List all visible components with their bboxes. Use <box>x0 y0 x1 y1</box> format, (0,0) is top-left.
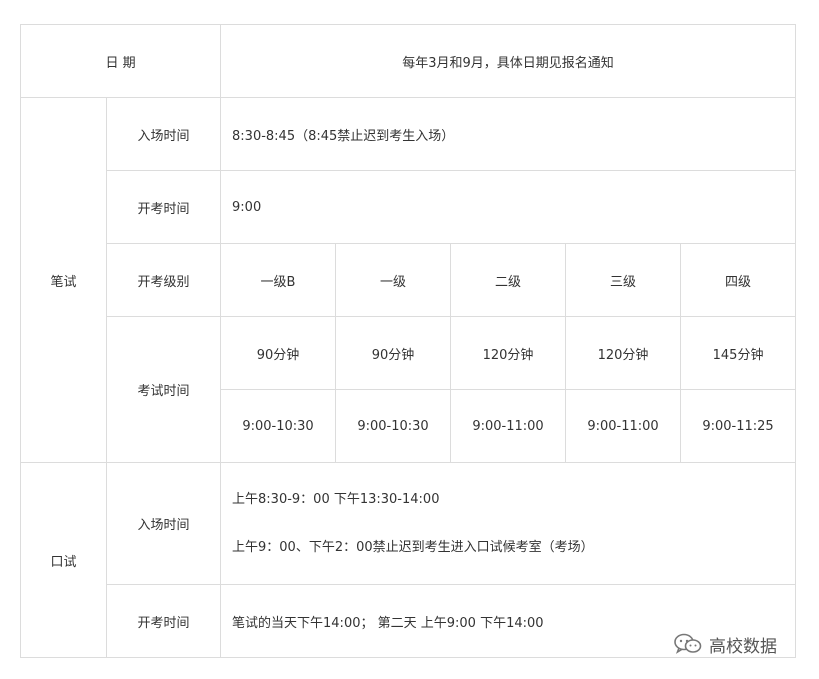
level-cell: 一级 <box>335 243 452 317</box>
written-start-row: 开考时间 9:00 <box>21 170 797 244</box>
date-value: 每年3月和9月，具体日期见报名通知 <box>220 24 797 98</box>
oral-start-label: 开考时间 <box>105 584 222 658</box>
oral-entry-value: 上午8:30-9：00 下午13:30-14:00 上午9：00、下午2：00禁… <box>220 462 797 585</box>
written-duration-label: 考试时间 <box>105 316 222 463</box>
watermark-text: 高校数据 <box>709 636 777 657</box>
written-entry-label: 入场时间 <box>105 97 222 171</box>
oral-section-label: 口试 <box>20 462 107 658</box>
written-level-row: 开考级别 一级B 一级 二级 三级 四级 <box>21 243 797 317</box>
watermark: 高校数据 <box>673 630 777 658</box>
level-cell: 一级B <box>220 243 337 317</box>
written-entry-value: 8:30-8:45（8:45禁止迟到考生入场） <box>220 97 797 171</box>
time-range-cell: 9:00-10:30 <box>335 389 452 463</box>
written-duration-row: 考试时间 90分钟 90分钟 120分钟 120分钟 145分钟 <box>21 316 797 463</box>
oral-entry-label: 入场时间 <box>105 462 222 585</box>
written-section-label: 笔试 <box>20 97 107 463</box>
time-range-cell: 9:00-11:00 <box>450 389 567 463</box>
written-start-value: 9:00 <box>220 170 797 244</box>
written-start-label: 开考时间 <box>105 170 222 244</box>
written-level-label: 开考级别 <box>105 243 222 317</box>
wechat-icon <box>673 632 703 656</box>
date-row: 日 期 每年3月和9月，具体日期见报名通知 <box>19 24 797 98</box>
oral-entry-row: 口试 入场时间 上午8:30-9：00 下午13:30-14:00 上午9：00… <box>20 462 797 658</box>
level-cell: 四级 <box>680 243 797 317</box>
level-cell: 二级 <box>450 243 567 317</box>
time-range-cell: 9:00-11:00 <box>565 389 682 463</box>
duration-cell: 145分钟 <box>680 316 797 390</box>
duration-cell: 120分钟 <box>565 316 682 390</box>
oral-entry-line-1: 上午8:30-9：00 下午13:30-14:00 <box>232 491 440 507</box>
oral-entry-line-2: 上午9：00、下午2：00禁止迟到考生进入口试候考室（考场） <box>232 539 594 555</box>
date-label: 日 期 <box>19 24 222 98</box>
time-range-cell: 9:00-11:25 <box>680 389 797 463</box>
level-cell: 三级 <box>565 243 682 317</box>
written-entry-row: 笔试 入场时间 8:30-8:45（8:45禁止迟到考生入场） <box>20 97 797 463</box>
exam-schedule-table: 日 期 每年3月和9月，具体日期见报名通知 笔试 入场时间 8:30-8:45（… <box>19 24 797 658</box>
duration-cell: 90分钟 <box>220 316 337 390</box>
duration-cell: 120分钟 <box>450 316 567 390</box>
duration-cell: 90分钟 <box>335 316 452 390</box>
time-range-cell: 9:00-10:30 <box>220 389 337 463</box>
